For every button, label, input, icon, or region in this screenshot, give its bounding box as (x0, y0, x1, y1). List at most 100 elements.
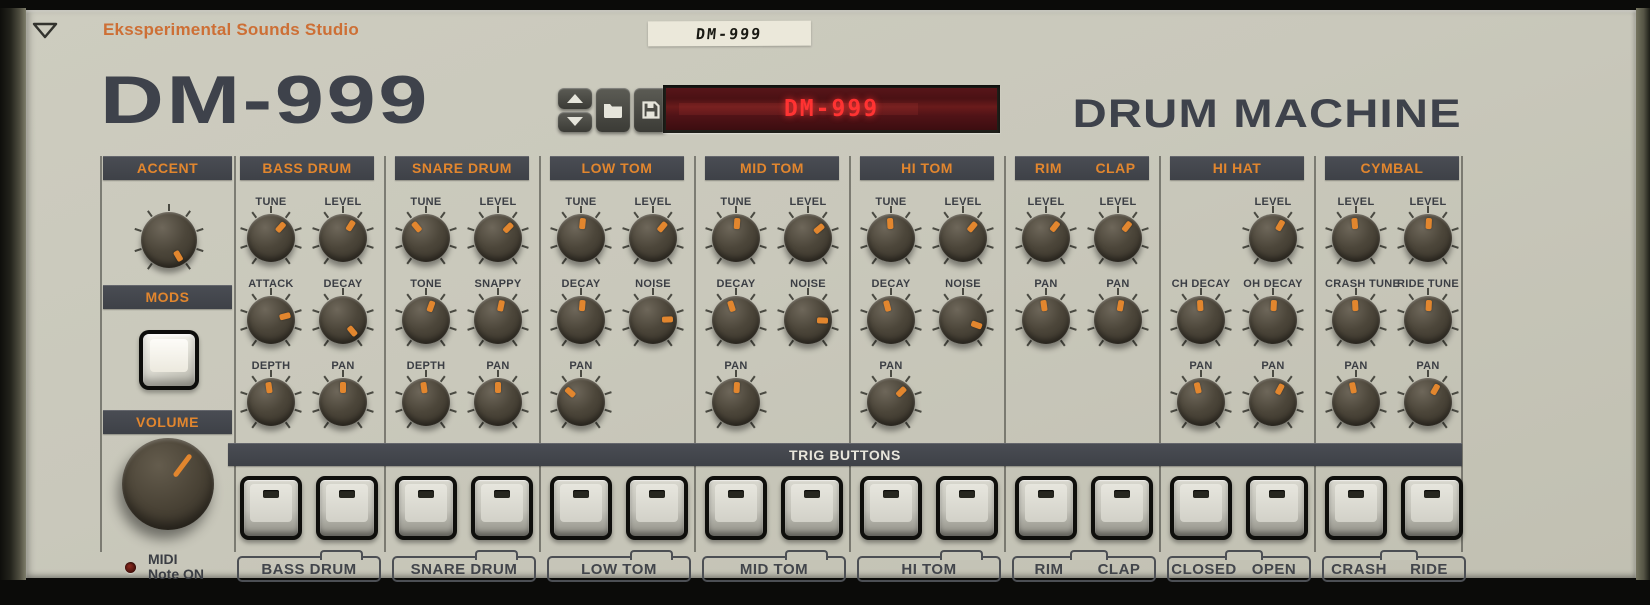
section-header-mid-tom: MID TOM (705, 156, 839, 180)
knob-mid-tom-decay[interactable] (712, 288, 760, 344)
trig-button-mid-tom-1[interactable] (705, 476, 767, 540)
knob-indicator (733, 381, 741, 394)
preset-down-button[interactable] (558, 111, 592, 132)
knob-mid-tom-level[interactable] (784, 206, 832, 262)
knob-indicator (410, 220, 423, 234)
floppy-disk-icon (642, 101, 660, 119)
trig-button-bass-drum-2[interactable] (316, 476, 378, 540)
knob-indicator (1193, 381, 1202, 394)
knob-indicator (1270, 299, 1278, 312)
knob-hi-tom-pan[interactable] (867, 370, 915, 426)
knob-low-tom-decay[interactable] (555, 288, 607, 346)
trig-button-low-tom-2[interactable] (626, 476, 688, 540)
knob-indicator (656, 220, 669, 234)
knob-cymbal-pan[interactable] (1332, 370, 1380, 426)
trig-button-clap[interactable] (1091, 476, 1153, 540)
knob-rim-clap-pan-2[interactable] (1094, 288, 1142, 344)
knob-low-tom-noise[interactable] (629, 288, 677, 344)
knob-hi-tom-level[interactable] (939, 206, 987, 262)
knob-hi-tom-tune[interactable] (867, 206, 915, 262)
knob-low-tom-tune[interactable] (557, 206, 605, 262)
knob-slot: DECAY (860, 278, 922, 344)
trig-button-bass-drum-1[interactable] (240, 476, 302, 540)
trig-button-led (728, 490, 744, 498)
group-label-text: CLAP (1097, 560, 1141, 578)
knob-hi-hat-ch-decay[interactable] (1177, 288, 1225, 344)
knob-accent[interactable] (141, 204, 197, 268)
section-header-hi-tom: HI TOM (860, 156, 994, 180)
knob-snare-drum-level[interactable] (474, 206, 522, 262)
knob-snare-drum-depth[interactable] (402, 370, 450, 426)
knob-hi-hat-pan-2[interactable] (1249, 370, 1297, 426)
knob-mid-tom-pan[interactable] (712, 370, 760, 426)
knob-snare-drum-pan[interactable] (474, 370, 522, 426)
knob-pointer (470, 292, 527, 349)
knob-rim-clap-pan[interactable] (1022, 288, 1070, 344)
knob-slot: CRASH TUNE (1325, 278, 1400, 344)
knob-indicator (733, 217, 741, 230)
trig-button-led (263, 490, 279, 498)
section-header-snare-drum: SNARE DRUM (395, 156, 529, 180)
trig-button-closed[interactable] (1170, 476, 1232, 540)
knob-slot: LEVEL (1087, 196, 1149, 262)
knob-slot: LEVEL (312, 196, 374, 262)
knob-hi-hat-oh-decay[interactable] (1249, 288, 1297, 344)
trig-button-rim[interactable] (1015, 476, 1077, 540)
knob-cymbal-pan-2[interactable] (1404, 370, 1452, 426)
midi-note-on-led (125, 562, 136, 573)
knob-snare-drum-tune[interactable] (402, 206, 450, 262)
knob-bass-drum-depth[interactable] (247, 370, 295, 426)
tape-label: DM-999 (647, 20, 812, 47)
knob-mid-tom-noise[interactable] (784, 288, 832, 344)
knob-bass-drum-pan[interactable] (319, 370, 367, 426)
knob-snare-drum-snappy[interactable] (474, 288, 522, 344)
knob-cymbal-level-2[interactable] (1404, 206, 1452, 262)
knob-cymbal-ride-tune[interactable] (1404, 288, 1452, 344)
knob-hi-tom-noise[interactable] (939, 288, 987, 344)
trig-button-cap (630, 480, 684, 536)
preset-up-button[interactable] (558, 88, 592, 109)
trig-button-hi-tom-2[interactable] (936, 476, 998, 540)
knob-hi-hat-pan[interactable] (1177, 370, 1225, 426)
knob-hi-hat-level[interactable] (1249, 206, 1297, 262)
knob-slot: LEVEL (1325, 196, 1387, 262)
trig-button-snare-drum-2[interactable] (471, 476, 533, 540)
trig-button-ride[interactable] (1401, 476, 1463, 540)
section-divider (539, 156, 541, 552)
section-divider (100, 156, 102, 552)
trig-button-snare-drum-1[interactable] (395, 476, 457, 540)
knob-slot: LEVEL (622, 196, 684, 262)
trig-button-led (883, 490, 899, 498)
knob-rim-clap-level[interactable] (1022, 206, 1070, 262)
knob-bass-drum-tune[interactable] (247, 206, 295, 262)
trig-button-crash[interactable] (1325, 476, 1387, 540)
group-label-text: OPEN (1251, 560, 1297, 578)
knob-slot: RIDE TUNE (1397, 278, 1459, 344)
knob-pointer (555, 294, 607, 346)
mods-button[interactable] (139, 330, 199, 390)
trig-button-low-tom-1[interactable] (550, 476, 612, 540)
trig-button-led (1114, 490, 1130, 498)
trig-button-mid-tom-2[interactable] (781, 476, 843, 540)
knob-bass-drum-level[interactable] (319, 206, 367, 262)
knob-master-volume[interactable] (122, 438, 214, 530)
knob-slot: TUNE (395, 196, 457, 262)
knob-rim-clap-level-2[interactable] (1094, 206, 1142, 262)
open-preset-button[interactable] (596, 88, 630, 132)
knob-cymbal-crash-tune[interactable] (1332, 288, 1380, 344)
triangle-down-icon[interactable] (31, 21, 59, 40)
knob-bass-drum-attack[interactable] (247, 288, 295, 344)
knob-mid-tom-tune[interactable] (712, 206, 760, 262)
knob-indicator (726, 300, 737, 313)
knob-bass-drum-decay[interactable] (319, 288, 367, 344)
section-header-cymbal: CYMBAL (1325, 156, 1459, 180)
section-divider (849, 156, 851, 552)
knob-low-tom-level[interactable] (629, 206, 677, 262)
knob-hi-tom-decay[interactable] (867, 288, 915, 344)
trig-button-open[interactable] (1246, 476, 1308, 540)
knob-cymbal-level[interactable] (1332, 206, 1380, 262)
knob-snare-drum-tone[interactable] (402, 288, 450, 344)
knob-low-tom-pan[interactable] (557, 370, 605, 426)
lcd-display: DM-999 (663, 85, 1000, 133)
trig-button-hi-tom-1[interactable] (860, 476, 922, 540)
